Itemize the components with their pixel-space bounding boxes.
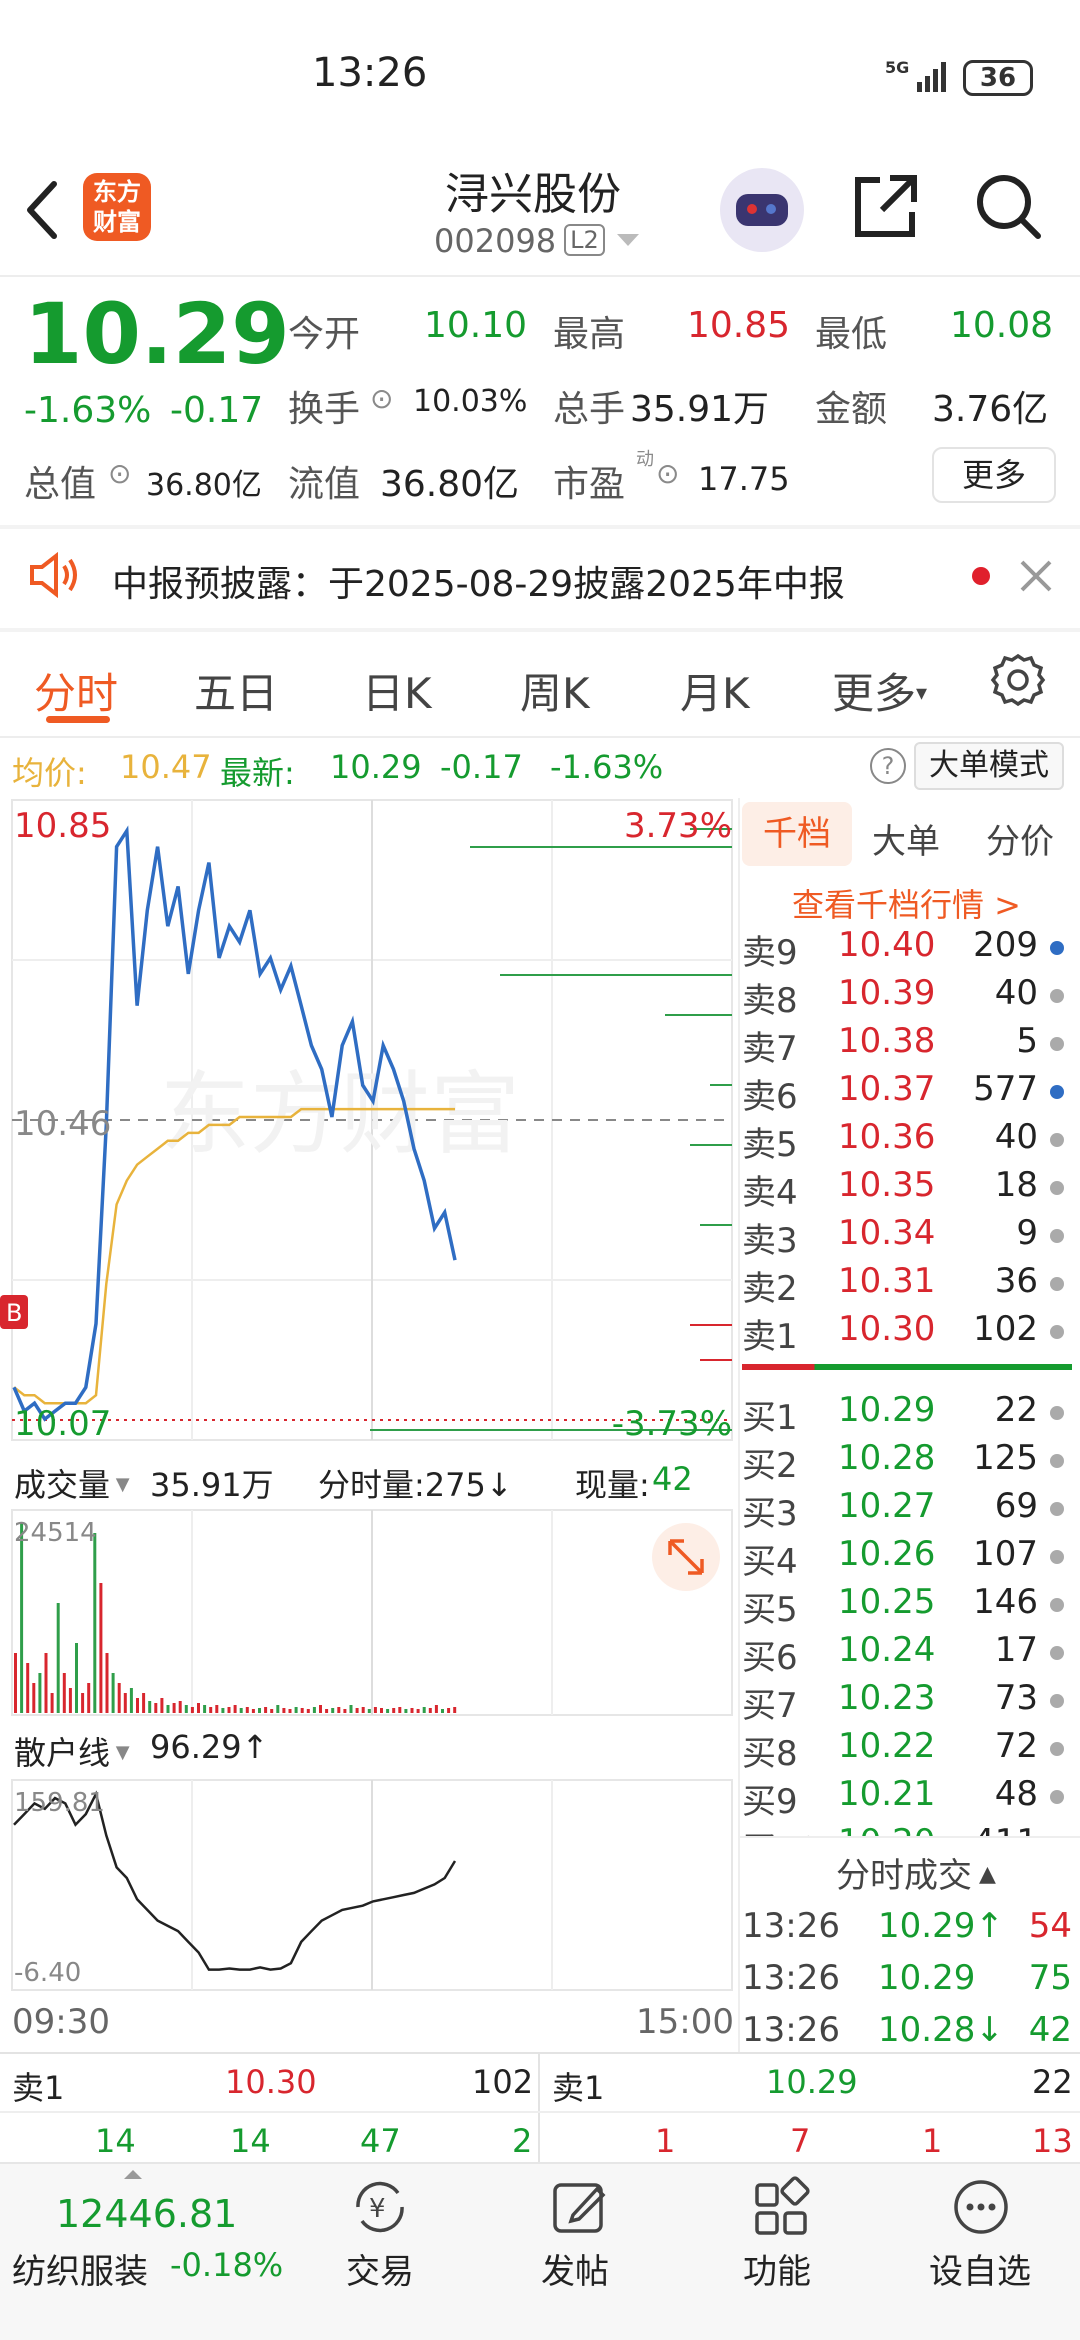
edit-icon: [553, 2183, 606, 2233]
index-name[interactable]: 纺织服装: [12, 2244, 148, 2293]
bid-label: 买3: [742, 1494, 798, 1534]
bid-price: 10.25: [838, 1582, 936, 1622]
bid-row[interactable]: 买1 10.29 22: [742, 1390, 1072, 1438]
level-right-num: 13: [1032, 2122, 1073, 2160]
bid-price: 10.23: [838, 1678, 936, 1718]
bid-label: 买8: [742, 1734, 798, 1774]
level-right-num: 1: [922, 2122, 943, 2160]
trade-volume: 54: [1028, 1906, 1072, 1946]
bid-label: 买10: [742, 1822, 819, 1836]
bid-row[interactable]: 买2 10.28 125: [742, 1438, 1072, 1486]
trade-price: 10.29: [878, 1958, 976, 1998]
order-dot-icon: [1050, 1742, 1064, 1756]
order-dot-icon: [1050, 1790, 1064, 1804]
buy1-label: 卖1: [552, 2069, 605, 2107]
bid-row[interactable]: 买8 10.22 72: [742, 1726, 1072, 1774]
order-dot-icon: [1050, 1502, 1064, 1516]
nav-label-trade[interactable]: 交易: [340, 2244, 420, 2293]
trade-time: 13:26: [742, 1958, 840, 1998]
order-dot-icon: [1050, 1598, 1064, 1612]
index-change: -0.18%: [170, 2246, 284, 2284]
bid-label: 买6: [742, 1638, 798, 1678]
trade-row: 13:26 10.28↓ 42: [742, 2010, 1072, 2058]
sell1-price: 10.30: [225, 2063, 317, 2101]
index-value[interactable]: 12446.81: [56, 2192, 237, 2236]
yuan-exchange-icon: ¥: [356, 2181, 404, 2233]
bid-label: 买2: [742, 1446, 798, 1486]
trade-row: 13:26 10.29↑ 54: [742, 1906, 1072, 1954]
bid-label: 买4: [742, 1542, 798, 1582]
trade-detail-header[interactable]: 分时成交 ▲: [836, 1848, 996, 1897]
bid-volume: 125: [973, 1438, 1038, 1478]
buy1-volume: 22: [1032, 2063, 1073, 2101]
bid-price: 10.20: [838, 1822, 935, 1836]
trade-price: 10.28↓: [878, 2010, 1004, 2050]
bid-volume: 107: [973, 1534, 1038, 1574]
time-end-label: 15:00: [636, 2002, 734, 2042]
bid-label: 买7: [742, 1686, 798, 1726]
nav-label-post[interactable]: 发帖: [530, 2244, 620, 2293]
more-dots-icon: [954, 2180, 1008, 2234]
sell1-label: 卖1: [12, 2069, 65, 2107]
trade-volume: 75: [1028, 1958, 1072, 1998]
bid-volume: 69: [994, 1486, 1038, 1526]
bid-row[interactable]: 买6 10.24 17: [742, 1630, 1072, 1678]
bid-volume: 146: [973, 1582, 1038, 1622]
bid-price: 10.28: [838, 1438, 936, 1478]
function-nav-item[interactable]: [746, 2175, 816, 2243]
bid-row[interactable]: 买9 10.21 48: [742, 1774, 1072, 1822]
nav-label-function[interactable]: 功能: [732, 2244, 822, 2293]
bid-row[interactable]: 买3 10.27 69: [742, 1486, 1072, 1534]
retail-min-label: -6.40: [14, 1958, 81, 1988]
nav-label-watchlist[interactable]: 设自选: [915, 2244, 1045, 2293]
level-left-num: 47: [360, 2122, 401, 2160]
watchlist-nav-item[interactable]: [946, 2175, 1016, 2243]
sell1-volume: 102: [472, 2063, 534, 2101]
level-right-num: 7: [790, 2122, 811, 2160]
bid-volume: 22: [994, 1390, 1038, 1430]
order-dot-icon: [1050, 1454, 1064, 1468]
bid-volume: 72: [994, 1726, 1038, 1766]
bid-price: 10.27: [838, 1486, 936, 1526]
bid-row[interactable]: 买7 10.23 73: [742, 1678, 1072, 1726]
bid-label: 买9: [742, 1782, 798, 1822]
trade-volume: 42: [1028, 2010, 1072, 2050]
bid-price: 10.24: [838, 1630, 936, 1670]
bid-volume: 17: [994, 1630, 1038, 1670]
level-left-num: 14: [230, 2122, 271, 2160]
bid-row[interactable]: 买5 10.25 146: [742, 1582, 1072, 1630]
level-left-num: 14: [95, 2122, 136, 2160]
trade-time: 13:26: [742, 1906, 840, 1946]
svg-text:¥: ¥: [369, 2194, 386, 2224]
trade-nav-item[interactable]: ¥: [340, 2175, 420, 2243]
bid-price: 10.26: [838, 1534, 936, 1574]
order-dot-icon: [1050, 1694, 1064, 1708]
bid-price: 10.21: [838, 1774, 936, 1814]
post-nav-item[interactable]: [544, 2175, 614, 2243]
bid-row[interactable]: 买10 10.20 411: [742, 1822, 1072, 1836]
order-dot-icon: [1050, 1646, 1064, 1660]
bid-volume: 73: [994, 1678, 1038, 1718]
order-dot-icon: [1050, 1550, 1064, 1564]
bid-price: 10.29: [838, 1390, 936, 1430]
bid-volume: 411: [973, 1822, 1038, 1836]
bid-volume: 48: [994, 1774, 1038, 1814]
trade-time: 13:26: [742, 2010, 840, 2050]
bid-row[interactable]: 买4 10.26 107: [742, 1534, 1072, 1582]
buy1-price: 10.29: [766, 2063, 858, 2101]
time-start-label: 09:30: [12, 2002, 110, 2042]
level-right-num: 1: [655, 2122, 676, 2160]
order-dot-icon: [1050, 1406, 1064, 1420]
bid-label: 买1: [742, 1398, 798, 1438]
trade-price: 10.29↑: [878, 1906, 1004, 1946]
bid-price: 10.22: [838, 1726, 936, 1766]
level-left-num: 2: [512, 2122, 533, 2160]
bid-label: 买5: [742, 1590, 798, 1630]
grid-icon: [755, 2176, 810, 2235]
trade-row: 13:26 10.29 75: [742, 1958, 1072, 2006]
